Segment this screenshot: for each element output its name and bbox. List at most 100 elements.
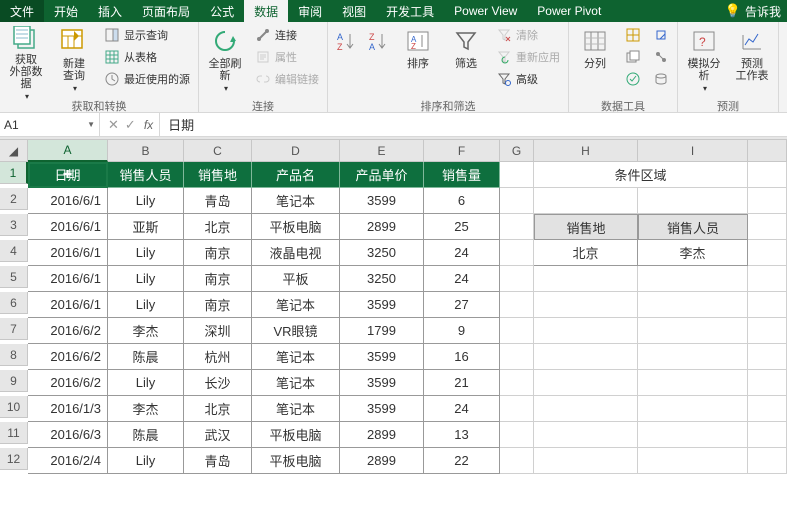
sort-desc-button[interactable]: ZA — [364, 24, 392, 96]
cell-D12[interactable]: 平板电脑 — [252, 448, 340, 474]
cell-G1[interactable] — [500, 162, 534, 188]
cell-G9[interactable] — [500, 370, 534, 396]
cell-G3[interactable] — [500, 214, 534, 240]
data-validation-button[interactable] — [621, 68, 645, 90]
sheet-grid[interactable]: ◢ A B C D E F G H I 1 日期 销售人员 销售地 产品名 产品… — [0, 140, 787, 474]
cell-B1[interactable]: 销售人员 — [108, 162, 184, 188]
col-header-H[interactable]: H — [534, 140, 638, 162]
cell-D3[interactable]: 平板电脑 — [252, 214, 340, 240]
cell-G12[interactable] — [500, 448, 534, 474]
row-header-12[interactable]: 12 — [0, 448, 28, 470]
cell-E9[interactable]: 3599 — [340, 370, 424, 396]
cell-D4[interactable]: 液晶电视 — [252, 240, 340, 266]
get-external-data-button[interactable]: 获取 外部数据 — [4, 24, 48, 96]
col-header-C[interactable]: C — [184, 140, 252, 162]
tell-me[interactable]: 💡 告诉我 — [719, 3, 787, 20]
forecast-sheet-button[interactable]: 预测 工作表 — [730, 24, 774, 96]
cell-D8[interactable]: 笔记本 — [252, 344, 340, 370]
cell-edge[interactable] — [748, 448, 787, 474]
col-header-F[interactable]: F — [424, 140, 500, 162]
tab-insert[interactable]: 插入 — [88, 0, 132, 22]
cell-B5[interactable]: Lily — [108, 266, 184, 292]
tab-developer[interactable]: 开发工具 — [376, 0, 444, 22]
outline-button[interactable]: 分级 — [783, 24, 787, 96]
col-header-E[interactable]: E — [340, 140, 424, 162]
cell-I12[interactable] — [638, 448, 748, 474]
recent-sources-button[interactable]: 最近使用的源 — [100, 68, 194, 90]
cell-C4[interactable]: 南京 — [184, 240, 252, 266]
cell-A9[interactable]: 2016/6/2 — [28, 370, 108, 396]
cell-F1[interactable]: 销售量 — [424, 162, 500, 188]
refresh-all-button[interactable]: 全部刷新 — [203, 24, 247, 96]
cell-I7[interactable] — [638, 318, 748, 344]
cell-E12[interactable]: 2899 — [340, 448, 424, 474]
cell-A10[interactable]: 2016/1/3 — [28, 396, 108, 422]
cell-F4[interactable]: 24 — [424, 240, 500, 266]
cell-F5[interactable]: 24 — [424, 266, 500, 292]
cell-H7[interactable] — [534, 318, 638, 344]
cell-A5[interactable]: 2016/6/1 — [28, 266, 108, 292]
tab-file[interactable]: 文件 — [0, 0, 44, 22]
col-header-A[interactable]: A — [28, 140, 108, 162]
row-header-1[interactable]: 1 — [0, 162, 28, 184]
formula-bar[interactable]: 日期 — [160, 115, 787, 134]
cell-H4[interactable]: 北京 — [534, 240, 638, 266]
cell-F8[interactable]: 16 — [424, 344, 500, 370]
sort-asc-button[interactable]: AZ — [332, 24, 360, 96]
cell-A7[interactable]: 2016/6/2 — [28, 318, 108, 344]
row-header-3[interactable]: 3 — [0, 214, 28, 236]
cancel-icon[interactable]: ✕ — [108, 117, 119, 133]
cell-G4[interactable] — [500, 240, 534, 266]
cell-D9[interactable]: 笔记本 — [252, 370, 340, 396]
cell-C11[interactable]: 武汉 — [184, 422, 252, 448]
cell-D1[interactable]: 产品名 — [252, 162, 340, 188]
cell-I8[interactable] — [638, 344, 748, 370]
properties-button[interactable]: 属性 — [251, 46, 323, 68]
cell-E6[interactable]: 3599 — [340, 292, 424, 318]
cell-E1[interactable]: 产品单价 — [340, 162, 424, 188]
col-header-B[interactable]: B — [108, 140, 184, 162]
cell-E7[interactable]: 1799 — [340, 318, 424, 344]
new-query-button[interactable]: 新建 查询 — [52, 24, 96, 96]
cell-E3[interactable]: 2899 — [340, 214, 424, 240]
col-header-D[interactable]: D — [252, 140, 340, 162]
cell-H11[interactable] — [534, 422, 638, 448]
cell-H8[interactable] — [534, 344, 638, 370]
sort-button[interactable]: AZ排序 — [396, 24, 440, 96]
clear-filter-button[interactable]: 清除 — [492, 24, 564, 46]
cell-edge[interactable] — [748, 188, 787, 214]
cell-H12[interactable] — [534, 448, 638, 474]
cell-A12[interactable]: 2016/2/4 — [28, 448, 108, 474]
cell-D2[interactable]: 笔记本 — [252, 188, 340, 214]
cell-C5[interactable]: 南京 — [184, 266, 252, 292]
tab-home[interactable]: 开始 — [44, 0, 88, 22]
cell-A3[interactable]: 2016/6/1 — [28, 214, 108, 240]
tab-review[interactable]: 审阅 — [288, 0, 332, 22]
row-header-10[interactable]: 10 — [0, 396, 28, 418]
cell-A1[interactable]: 日期 — [28, 162, 108, 188]
cell-H10[interactable] — [534, 396, 638, 422]
cell-F6[interactable]: 27 — [424, 292, 500, 318]
cell-C1[interactable]: 销售地 — [184, 162, 252, 188]
cell-edge[interactable] — [748, 266, 787, 292]
cell-C2[interactable]: 青岛 — [184, 188, 252, 214]
cell-B2[interactable]: Lily — [108, 188, 184, 214]
cell-B4[interactable]: Lily — [108, 240, 184, 266]
cell-G11[interactable] — [500, 422, 534, 448]
cell-B8[interactable]: 陈晨 — [108, 344, 184, 370]
cell-F3[interactable]: 25 — [424, 214, 500, 240]
manage-data-model-button[interactable] — [649, 68, 673, 90]
cell-E5[interactable]: 3250 — [340, 266, 424, 292]
cell-G8[interactable] — [500, 344, 534, 370]
edit-links-button[interactable]: 编辑链接 — [251, 68, 323, 90]
col-header-I[interactable]: I — [638, 140, 748, 162]
cell-edge[interactable] — [748, 318, 787, 344]
row-header-2[interactable]: 2 — [0, 188, 28, 210]
cell-G10[interactable] — [500, 396, 534, 422]
cell-B12[interactable]: Lily — [108, 448, 184, 474]
cell-E10[interactable]: 3599 — [340, 396, 424, 422]
cell-I11[interactable] — [638, 422, 748, 448]
cell-B10[interactable]: 李杰 — [108, 396, 184, 422]
cell-H1[interactable]: 条件区域 — [534, 162, 748, 188]
cell-edge[interactable] — [748, 370, 787, 396]
